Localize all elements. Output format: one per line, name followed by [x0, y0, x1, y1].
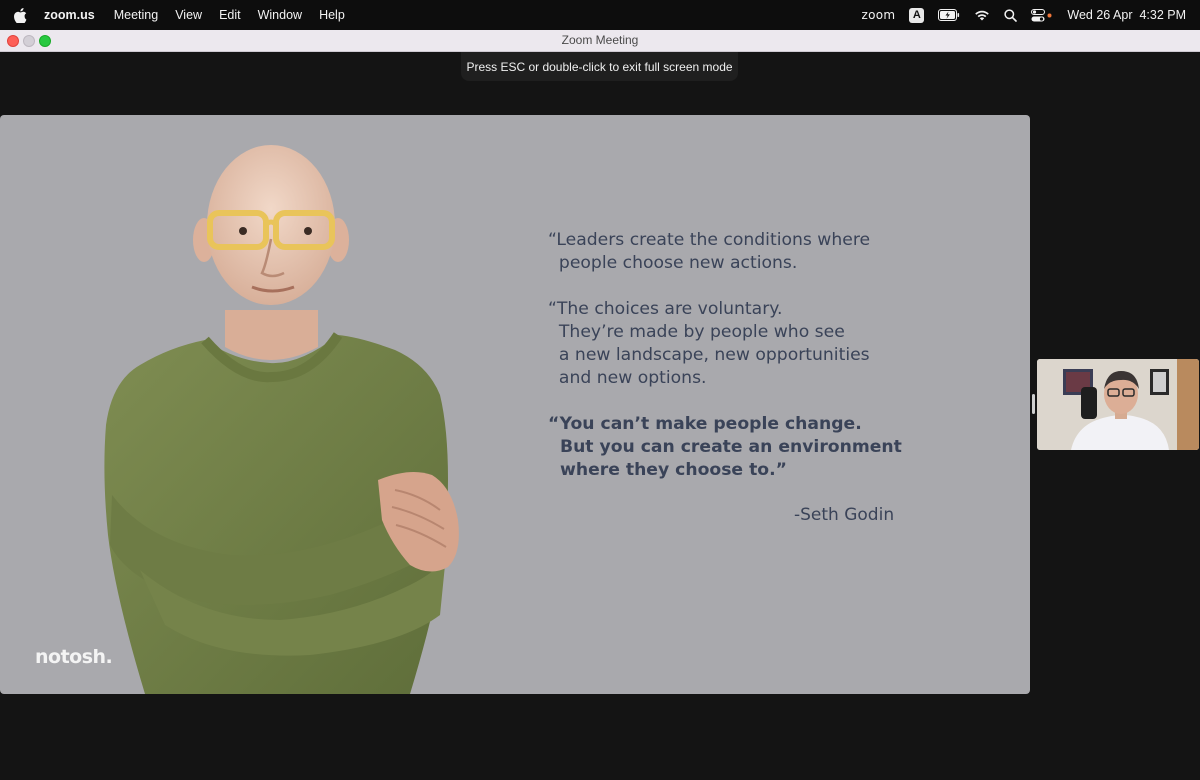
menu-window[interactable]: Window: [258, 8, 302, 22]
participant-video-image: [1037, 359, 1199, 450]
battery-charging-icon[interactable]: [938, 9, 960, 21]
shared-screen-slide: “Leaders create the conditions where peo…: [0, 115, 1030, 694]
menu-view[interactable]: View: [175, 8, 202, 22]
menu-edit[interactable]: Edit: [219, 8, 241, 22]
clock-time: 4:32 PM: [1139, 8, 1186, 22]
wifi-icon[interactable]: [974, 9, 990, 21]
search-icon[interactable]: [1004, 8, 1018, 22]
participant-video-tile[interactable]: [1037, 359, 1199, 450]
menu-help[interactable]: Help: [319, 8, 345, 22]
input-source-badge[interactable]: A: [909, 7, 925, 23]
window-title: Zoom Meeting: [561, 33, 639, 47]
quote-paragraph-bold: “You can’t make people change. But you c…: [548, 414, 902, 480]
apple-menu-icon[interactable]: [14, 7, 30, 23]
quote-paragraph: “Leaders create the conditions where peo…: [548, 230, 871, 273]
control-center-icon[interactable]: [1031, 8, 1053, 22]
app-menu[interactable]: zoom.us: [44, 8, 95, 22]
split-resize-handle[interactable]: [1032, 394, 1035, 414]
quote-block: “Leaders create the conditions where peo…: [548, 229, 928, 482]
zoom-status-item[interactable]: zoom: [862, 8, 896, 22]
quote-attribution: -Seth Godin: [794, 505, 895, 525]
clock-date: Wed 26 Apr: [1067, 8, 1133, 22]
quote-paragraph: “The choices are voluntary. They’re made…: [548, 299, 870, 388]
menu-meeting[interactable]: Meeting: [114, 8, 158, 22]
window-title-bar: Zoom Meeting: [0, 30, 1200, 52]
status-area: zoom A Wed 26 Apr 4:32 PM: [848, 7, 1186, 23]
presenter-portrait-photo: [104, 145, 459, 694]
menu-clock[interactable]: Wed 26 Apr 4:32 PM: [1067, 8, 1186, 22]
fullscreen-exit-notice: Press ESC or double-click to exit full s…: [461, 52, 738, 81]
menu-bar: zoom.us Meeting View Edit Window Help zo…: [0, 0, 1200, 30]
notosh-logo: notosh.: [35, 646, 113, 668]
